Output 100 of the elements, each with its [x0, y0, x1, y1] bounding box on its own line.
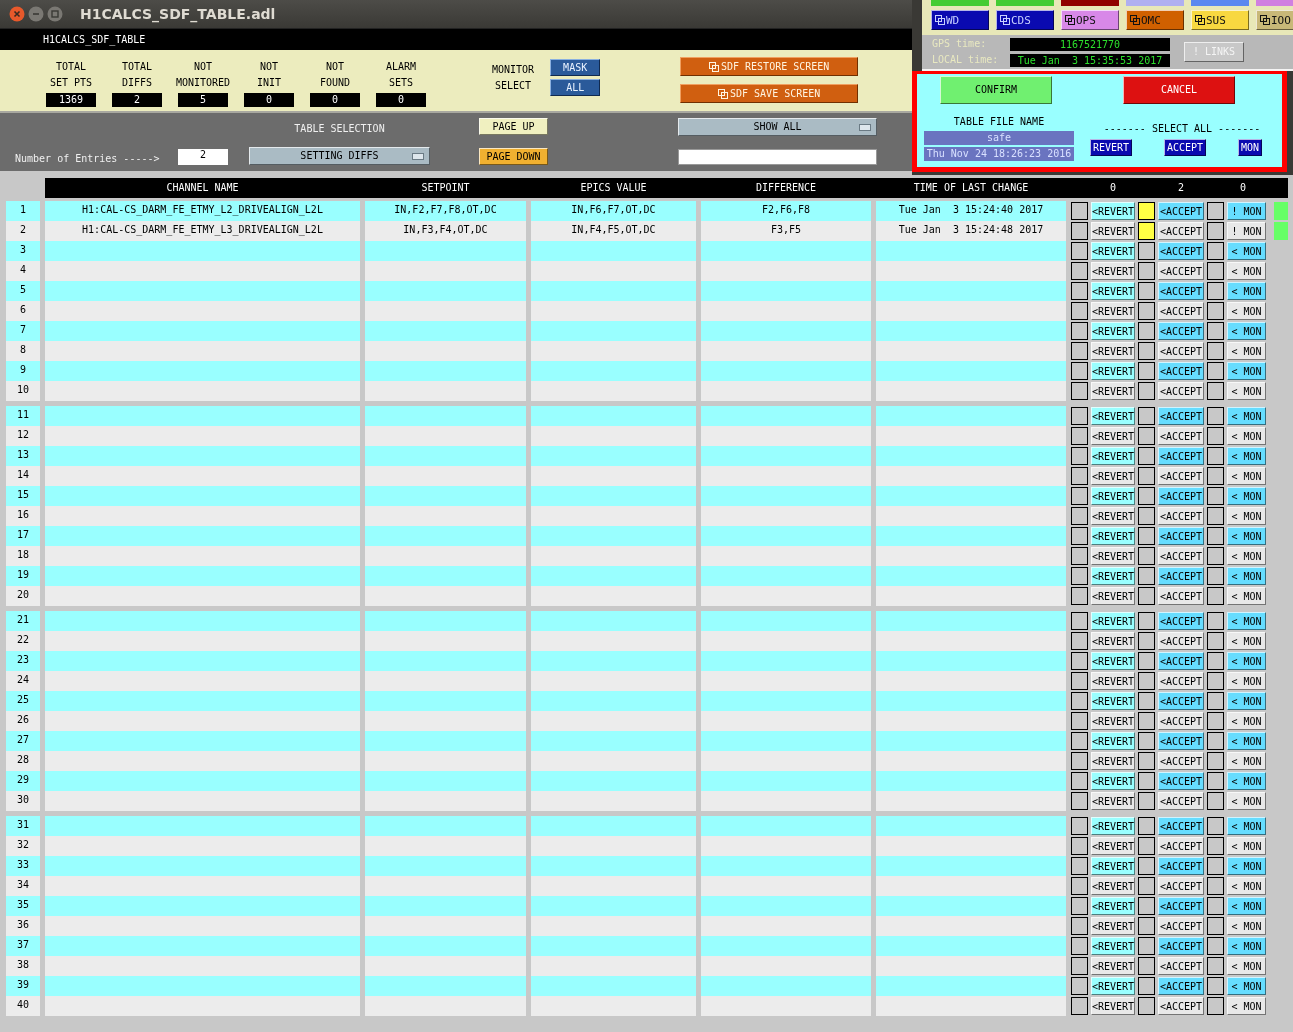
mon-button[interactable]: < MON: [1227, 897, 1266, 915]
revert-button[interactable]: <REVERT: [1091, 262, 1135, 280]
accept-button[interactable]: <ACCEPT: [1158, 857, 1204, 875]
accept-button[interactable]: <ACCEPT: [1158, 322, 1204, 340]
accept-button[interactable]: <ACCEPT: [1158, 242, 1204, 260]
accept-button[interactable]: <ACCEPT: [1158, 792, 1204, 810]
mon-checkbox[interactable]: [1207, 382, 1224, 400]
accept-button[interactable]: <ACCEPT: [1158, 672, 1204, 690]
revert-checkbox[interactable]: [1071, 632, 1088, 650]
revert-checkbox[interactable]: [1071, 957, 1088, 975]
mon-checkbox[interactable]: [1207, 817, 1224, 835]
accept-checkbox[interactable]: [1138, 957, 1155, 975]
mon-checkbox[interactable]: [1207, 342, 1224, 360]
mon-button[interactable]: < MON: [1227, 937, 1266, 955]
revert-checkbox[interactable]: [1071, 692, 1088, 710]
mon-checkbox[interactable]: [1207, 407, 1224, 425]
mon-checkbox[interactable]: [1207, 302, 1224, 320]
mon-button[interactable]: < MON: [1227, 547, 1266, 565]
mon-button[interactable]: < MON: [1227, 837, 1266, 855]
accept-button[interactable]: <ACCEPT: [1158, 937, 1204, 955]
display-button[interactable]: SUS: [1191, 10, 1249, 30]
revert-checkbox[interactable]: [1071, 612, 1088, 630]
mon-button[interactable]: < MON: [1227, 447, 1266, 465]
revert-checkbox[interactable]: [1071, 427, 1088, 445]
mon-checkbox[interactable]: [1207, 957, 1224, 975]
revert-button[interactable]: <REVERT: [1091, 937, 1135, 955]
cancel-button[interactable]: CANCEL: [1123, 76, 1235, 104]
accept-checkbox[interactable]: [1138, 262, 1155, 280]
accept-checkbox[interactable]: [1138, 427, 1155, 445]
accept-button[interactable]: <ACCEPT: [1158, 692, 1204, 710]
accept-button[interactable]: <ACCEPT: [1158, 917, 1204, 935]
accept-checkbox[interactable]: [1138, 897, 1155, 915]
mon-button[interactable]: < MON: [1227, 282, 1266, 300]
mon-button[interactable]: < MON: [1227, 817, 1266, 835]
accept-button[interactable]: <ACCEPT: [1158, 817, 1204, 835]
accept-button[interactable]: <ACCEPT: [1158, 877, 1204, 895]
accept-checkbox[interactable]: [1138, 672, 1155, 690]
accept-button[interactable]: <ACCEPT: [1158, 977, 1204, 995]
confirm-button[interactable]: CONFIRM: [940, 76, 1052, 104]
mon-checkbox[interactable]: [1207, 507, 1224, 525]
mon-checkbox[interactable]: [1207, 527, 1224, 545]
accept-checkbox[interactable]: [1138, 382, 1155, 400]
mon-checkbox[interactable]: [1207, 202, 1224, 220]
revert-checkbox[interactable]: [1071, 547, 1088, 565]
accept-checkbox[interactable]: [1138, 977, 1155, 995]
revert-button[interactable]: <REVERT: [1091, 567, 1135, 585]
mon-checkbox[interactable]: [1207, 652, 1224, 670]
revert-button[interactable]: <REVERT: [1091, 507, 1135, 525]
accept-button[interactable]: <ACCEPT: [1158, 897, 1204, 915]
revert-button[interactable]: <REVERT: [1091, 362, 1135, 380]
accept-button[interactable]: <ACCEPT: [1158, 407, 1204, 425]
accept-button[interactable]: <ACCEPT: [1158, 547, 1204, 565]
mon-button[interactable]: < MON: [1227, 712, 1266, 730]
show-menu[interactable]: SHOW ALL: [678, 118, 877, 136]
accept-checkbox[interactable]: [1138, 632, 1155, 650]
revert-button[interactable]: <REVERT: [1091, 692, 1135, 710]
accept-button[interactable]: <ACCEPT: [1158, 282, 1204, 300]
revert-button[interactable]: <REVERT: [1091, 342, 1135, 360]
mon-button[interactable]: < MON: [1227, 262, 1266, 280]
mon-button[interactable]: < MON: [1227, 772, 1266, 790]
display-button[interactable]: CDS: [996, 10, 1054, 30]
mon-checkbox[interactable]: [1207, 222, 1224, 240]
accept-button[interactable]: <ACCEPT: [1158, 427, 1204, 445]
revert-checkbox[interactable]: [1071, 672, 1088, 690]
accept-button[interactable]: <ACCEPT: [1158, 957, 1204, 975]
accept-checkbox[interactable]: [1138, 997, 1155, 1015]
revert-button[interactable]: <REVERT: [1091, 467, 1135, 485]
revert-checkbox[interactable]: [1071, 937, 1088, 955]
mon-button[interactable]: < MON: [1227, 997, 1266, 1015]
revert-button[interactable]: <REVERT: [1091, 752, 1135, 770]
mon-button[interactable]: < MON: [1227, 407, 1266, 425]
mon-button[interactable]: < MON: [1227, 467, 1266, 485]
revert-checkbox[interactable]: [1071, 712, 1088, 730]
select-all-button[interactable]: REVERT: [1090, 139, 1133, 156]
accept-checkbox[interactable]: [1138, 587, 1155, 605]
revert-button[interactable]: <REVERT: [1091, 302, 1135, 320]
mon-checkbox[interactable]: [1207, 897, 1224, 915]
revert-checkbox[interactable]: [1071, 587, 1088, 605]
accept-button[interactable]: <ACCEPT: [1158, 487, 1204, 505]
mon-checkbox[interactable]: [1207, 712, 1224, 730]
accept-button[interactable]: <ACCEPT: [1158, 997, 1204, 1015]
accept-checkbox[interactable]: [1138, 752, 1155, 770]
accept-checkbox[interactable]: [1138, 487, 1155, 505]
mon-button[interactable]: < MON: [1227, 857, 1266, 875]
accept-button[interactable]: <ACCEPT: [1158, 837, 1204, 855]
revert-button[interactable]: <REVERT: [1091, 877, 1135, 895]
revert-button[interactable]: <REVERT: [1091, 487, 1135, 505]
revert-checkbox[interactable]: [1071, 407, 1088, 425]
mon-button[interactable]: < MON: [1227, 752, 1266, 770]
display-button[interactable]: IOO: [1256, 10, 1293, 30]
select-all-button[interactable]: MON: [1237, 139, 1262, 156]
revert-button[interactable]: <REVERT: [1091, 447, 1135, 465]
revert-button[interactable]: <REVERT: [1091, 997, 1135, 1015]
mon-button[interactable]: < MON: [1227, 587, 1266, 605]
revert-button[interactable]: <REVERT: [1091, 712, 1135, 730]
accept-button[interactable]: <ACCEPT: [1158, 752, 1204, 770]
page-button[interactable]: PAGE DOWN: [479, 148, 548, 165]
revert-button[interactable]: <REVERT: [1091, 202, 1135, 220]
mon-checkbox[interactable]: [1207, 792, 1224, 810]
accept-checkbox[interactable]: [1138, 652, 1155, 670]
